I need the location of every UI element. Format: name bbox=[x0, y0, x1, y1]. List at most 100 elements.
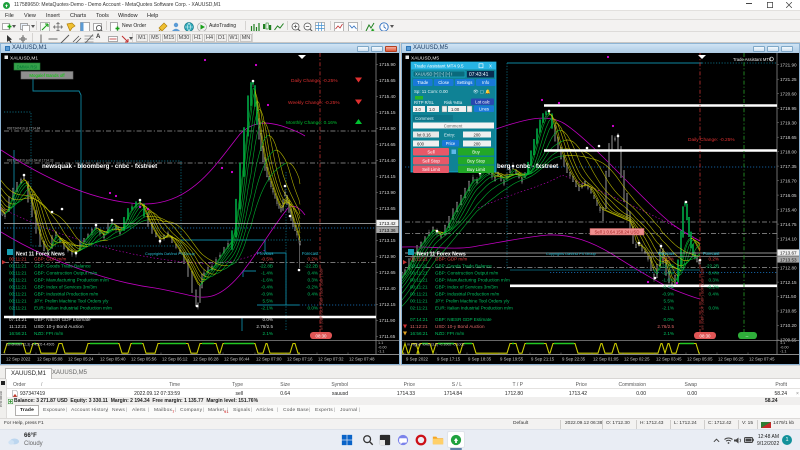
svg-text:1716.70: 1716.70 bbox=[780, 178, 797, 183]
svg-text:1.1: 1.1 bbox=[780, 341, 785, 345]
svg-text:0.0%: 0.0% bbox=[263, 317, 273, 322]
svg-text:200: 200 bbox=[474, 141, 482, 146]
svg-text:Info: Info bbox=[482, 80, 490, 85]
svg-text:GBP: NIESR GDP Estimate: GBP: NIESR GDP Estimate bbox=[435, 317, 492, 322]
svg-text:2.76/2.5: 2.76/2.5 bbox=[256, 324, 273, 329]
svg-text:16:56:21: 16:56:21 bbox=[9, 331, 27, 336]
svg-text:1714.90: 1714.90 bbox=[379, 126, 396, 131]
svg-text:-0.2%: -0.2% bbox=[707, 285, 719, 290]
svg-text:2.1%: 2.1% bbox=[664, 331, 674, 336]
svg-text:1715.40: 1715.40 bbox=[780, 207, 797, 212]
svg-text:-0.5%: -0.5% bbox=[261, 257, 273, 262]
svg-text:GBP: Index of Services 3m/3m: GBP: Index of Services 3m/3m bbox=[435, 285, 498, 290]
svg-text:9 Sep 19:55: 9 Sep 19:55 bbox=[500, 357, 524, 362]
svg-text:1720.60: 1720.60 bbox=[780, 91, 797, 96]
svg-text:Close: Close bbox=[438, 80, 450, 85]
svg-text:1710.85: 1710.85 bbox=[780, 309, 797, 314]
svg-text:1715.65: 1715.65 bbox=[379, 78, 396, 83]
svg-text:-22.2B: -22.2B bbox=[304, 264, 318, 269]
svg-text:9 Sep 21:15: 9 Sep 21:15 bbox=[531, 357, 555, 362]
svg-text:Sell Stop: Sell Stop bbox=[422, 159, 440, 164]
svg-text:5.5%: 5.5% bbox=[664, 299, 674, 304]
svg-text:1713.90: 1713.90 bbox=[379, 190, 396, 195]
svg-text:12 Sep 07:48: 12 Sep 07:48 bbox=[349, 357, 375, 362]
svg-text:GBP: Construction Output m/m: GBP: Construction Output m/m bbox=[34, 271, 97, 276]
svg-text:Sell 1 0.64 158.24 USD: Sell 1 0.64 158.24 USD bbox=[595, 230, 640, 235]
svg-text:1715.15: 1715.15 bbox=[379, 110, 396, 115]
svg-text:1715.90: 1715.90 bbox=[379, 62, 396, 67]
svg-text:1714.15: 1714.15 bbox=[379, 174, 396, 179]
svg-text:-1.6%: -1.6% bbox=[662, 278, 674, 283]
svg-text:-1.1: -1.1 bbox=[378, 350, 385, 354]
svg-text:-22.2B: -22.2B bbox=[705, 264, 719, 269]
svg-text:07:14:21: 07:14:21 bbox=[9, 317, 27, 322]
svg-text:00:11:21: 00:11:21 bbox=[410, 271, 428, 276]
svg-text:-1.4%: -1.4% bbox=[261, 271, 273, 276]
svg-text:-2.1%: -2.1% bbox=[261, 306, 273, 311]
svg-text:12 Sep 05:56: 12 Sep 05:56 bbox=[131, 357, 157, 362]
svg-text:Monthly Change: 0.16%: Monthly Change: 0.16% bbox=[286, 120, 338, 126]
svg-text:00:11:21: 00:11:21 bbox=[410, 292, 428, 297]
svg-text:0.2%: 0.2% bbox=[308, 257, 318, 262]
svg-text:am (GBP) GDP (GBP) GDP (GBP) G: am (GBP) GDP (GBP) GDP (GBP) GDP bbox=[320, 267, 324, 330]
svg-text:R/TP R/SL: R/TP R/SL bbox=[414, 100, 435, 105]
svg-text:0.3%: 0.3% bbox=[709, 278, 719, 283]
svg-text:1721.90: 1721.90 bbox=[780, 62, 797, 67]
svg-text:9 Sep 18:35: 9 Sep 18:35 bbox=[468, 357, 492, 362]
svg-text:1714.65: 1714.65 bbox=[379, 142, 396, 147]
svg-text:-1.1: -1.1 bbox=[780, 350, 787, 354]
svg-text:1711.90: 1711.90 bbox=[379, 318, 396, 323]
svg-text:USD: 10-y Bond Auction: USD: 10-y Bond Auction bbox=[435, 324, 485, 329]
svg-text:00:11:21: 00:11:21 bbox=[9, 299, 27, 304]
svg-text:1712.40: 1712.40 bbox=[379, 286, 396, 291]
svg-text:12 Sep 06:44: 12 Sep 06:44 bbox=[224, 357, 250, 362]
svg-text:XAUUSD,M5: XAUUSD,M5 bbox=[411, 56, 439, 62]
svg-text:Risk %Ba: Risk %Ba bbox=[444, 100, 463, 105]
svg-text:2.1%: 2.1% bbox=[263, 331, 273, 336]
svg-text:9 Sep 2022: 9 Sep 2022 bbox=[406, 357, 429, 362]
svg-text:600: 600 bbox=[417, 141, 425, 146]
svg-text:Previous: Previous bbox=[257, 251, 273, 256]
svg-text:1719.30: 1719.30 bbox=[780, 120, 797, 125]
svg-text:00:11:21: 00:11:21 bbox=[410, 285, 428, 290]
svg-text:cci divider (2,3) 4.4505 4.450: cci divider (2,3) 4.4505 4.4505 bbox=[6, 343, 54, 347]
svg-text:1711.50: 1711.50 bbox=[780, 294, 797, 299]
svg-text:-2.1%: -2.1% bbox=[662, 306, 674, 311]
svg-text:1718.65: 1718.65 bbox=[780, 135, 797, 140]
svg-text:1713.42: 1713.42 bbox=[379, 221, 396, 226]
svg-text:GBP: Goods Trade Balance: GBP: Goods Trade Balance bbox=[435, 264, 492, 269]
svg-text:Entry:: Entry: bbox=[444, 132, 455, 137]
svg-text:GBP: Construction Output m/m: GBP: Construction Output m/m bbox=[435, 271, 498, 276]
svg-text:-1.6%: -1.6% bbox=[261, 278, 273, 283]
svg-text:Buy: Buy bbox=[472, 150, 480, 155]
svg-text:NZD: FPI m/m: NZD: FPI m/m bbox=[435, 331, 465, 336]
svg-text:2.76/2.5: 2.76/2.5 bbox=[657, 324, 674, 329]
svg-text:Trade Assistant MT4: Trade Assistant MT4 bbox=[733, 57, 772, 62]
svg-text:0.4%: 0.4% bbox=[709, 292, 719, 297]
svg-text:USD: 10-y Bond Auction: USD: 10-y Bond Auction bbox=[34, 324, 84, 329]
svg-text:1714.10: 1714.10 bbox=[780, 236, 797, 241]
svg-text:Comment: Comment bbox=[415, 116, 434, 121]
svg-text:1712.15: 1712.15 bbox=[379, 302, 396, 307]
svg-text:00:11:21: 00:11:21 bbox=[9, 257, 27, 262]
svg-text:Copyrights DaVinci FX Group: Copyrights DaVinci FX Group bbox=[145, 252, 195, 256]
svg-text:1712.80: 1712.80 bbox=[780, 265, 797, 270]
svg-text:1717.35: 1717.35 bbox=[780, 164, 797, 169]
svg-text:Mogalef Bands off: Mogalef Bands off bbox=[29, 73, 65, 78]
svg-text:GBP: Manufacturing Production: GBP: Manufacturing Production m/m bbox=[34, 278, 109, 283]
svg-text:Daily Change: -0.25%: Daily Change: -0.25% bbox=[291, 78, 338, 84]
svg-text:07:43:41: 07:43:41 bbox=[469, 72, 489, 78]
svg-text:newsquak - bloomberg - cnbc -: newsquak - bloomberg - cnbc - fxstreet bbox=[42, 163, 157, 170]
svg-text:GBP: GDP m/m: GBP: GDP m/m bbox=[435, 257, 468, 262]
svg-text:07:14:21: 07:14:21 bbox=[410, 317, 428, 322]
svg-text:200: 200 bbox=[474, 132, 482, 137]
svg-text:-0.9%: -0.9% bbox=[662, 292, 674, 297]
svg-text:1713.15: 1713.15 bbox=[379, 238, 396, 243]
svg-text:GBP: Industrial Production m/m: GBP: Industrial Production m/m bbox=[435, 292, 500, 297]
svg-text:0.3%: 0.3% bbox=[308, 278, 318, 283]
svg-text:08:30: 08:30 bbox=[316, 333, 328, 338]
svg-text:00:11:21: 00:11:21 bbox=[9, 271, 27, 276]
svg-text:-1.4%: -1.4% bbox=[662, 271, 674, 276]
svg-text:EUR: Italian Industrial Produc: EUR: Italian Industrial Production m/m bbox=[34, 306, 112, 311]
svg-text:-0.5%: -0.5% bbox=[662, 257, 674, 262]
